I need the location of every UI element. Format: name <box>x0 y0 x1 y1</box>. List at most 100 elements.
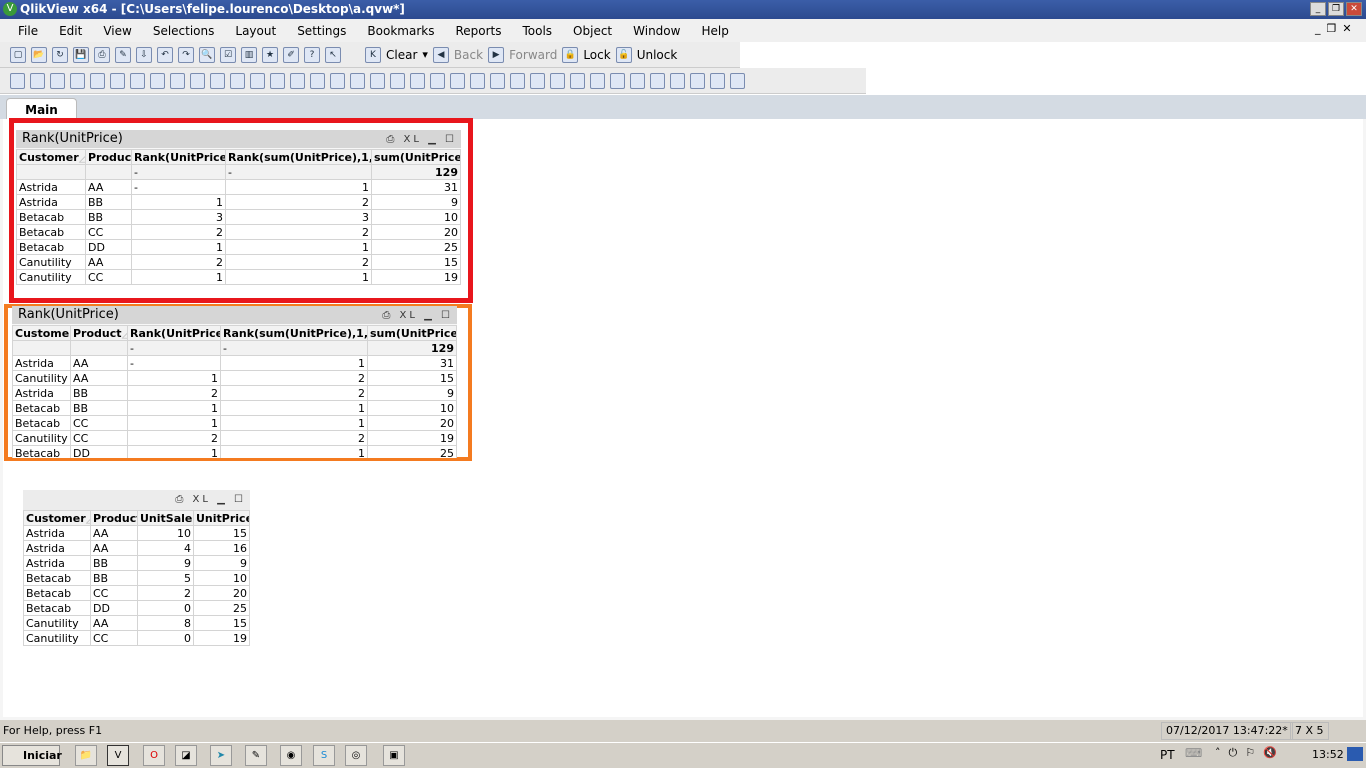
table-cell[interactable]: - <box>131 179 226 195</box>
menu-view[interactable]: View <box>103 24 131 38</box>
clear-icon[interactable]: K <box>365 46 381 63</box>
totals-row[interactable]: - -129 <box>16 164 461 180</box>
table-box-icon[interactable] <box>130 72 145 89</box>
table-cell[interactable]: 1 <box>225 179 372 195</box>
column-header[interactable]: Product <box>90 510 138 526</box>
maximize-icon[interactable]: ☐ <box>441 310 453 321</box>
table-cell[interactable]: 19 <box>193 630 250 646</box>
column-header[interactable]: sum(UnitPrice) <box>371 149 461 165</box>
minimize-icon[interactable]: ▁ <box>217 494 228 505</box>
minimize-button[interactable]: _ <box>1310 2 1326 16</box>
expressions-icon[interactable] <box>690 72 705 89</box>
table-cell[interactable]: 20 <box>367 415 457 431</box>
text-object-icon[interactable] <box>250 72 265 89</box>
input-box-icon[interactable] <box>190 72 205 89</box>
language-indicator[interactable]: PT <box>1160 748 1175 762</box>
sheet-properties-icon[interactable] <box>70 72 85 89</box>
new-sheet-icon[interactable] <box>10 72 25 89</box>
table-cell[interactable]: Astrida <box>16 194 86 210</box>
edit-icon[interactable]: ✐ <box>283 46 299 63</box>
table-cell[interactable]: 1 <box>127 400 221 416</box>
maximize-icon[interactable]: ☐ <box>234 494 246 505</box>
maximize-icon[interactable]: ☐ <box>445 134 457 145</box>
search-object-icon[interactable] <box>330 72 345 89</box>
table-cell[interactable]: Astrida <box>12 355 71 371</box>
table-cell[interactable]: 3 <box>131 209 226 225</box>
align-center-h-icon[interactable] <box>470 72 485 89</box>
table-row[interactable]: Canutility CC 2 2 19 <box>12 430 457 446</box>
table-cell[interactable]: 31 <box>371 179 461 195</box>
table-cell[interactable]: 1 <box>127 445 221 458</box>
table-cell[interactable]: 25 <box>367 445 457 458</box>
table-cell[interactable]: Betacab <box>16 209 86 225</box>
table-cell[interactable]: 129 <box>371 164 461 180</box>
table-cell[interactable]: 15 <box>367 370 457 386</box>
table-cell[interactable]: Betacab <box>23 570 91 586</box>
new-icon[interactable]: ▢ <box>10 46 26 63</box>
table-cell[interactable]: DD <box>85 239 132 255</box>
table-cell[interactable]: - <box>127 340 221 356</box>
table-row[interactable]: Astrida BB 1 2 9 <box>16 194 461 210</box>
table-cell[interactable] <box>70 340 128 356</box>
table-cell[interactable]: BB <box>90 555 138 571</box>
table-cell[interactable]: 1 <box>127 415 221 431</box>
table-cell[interactable]: BB <box>90 570 138 586</box>
table-cell[interactable]: 2 <box>225 254 372 270</box>
table-row[interactable]: Betacab DD 1 1 25 <box>12 445 457 458</box>
table-cell[interactable]: CC <box>85 224 132 240</box>
table-cell[interactable]: CC <box>85 269 132 285</box>
table-row[interactable]: Astrida AA 4 16 <box>23 540 250 556</box>
redo-icon[interactable]: ↷ <box>178 46 194 63</box>
menu-edit[interactable]: Edit <box>59 24 82 38</box>
table-row[interactable]: Betacab DD 1 1 25 <box>16 239 461 255</box>
show-desktop-icon[interactable] <box>1347 747 1363 761</box>
forward-icon[interactable]: ▶ <box>488 46 505 63</box>
grid-icon[interactable] <box>730 72 745 89</box>
column-header[interactable]: Rank(sum(UnitPrice),1,2) <box>225 149 372 165</box>
table-row[interactable]: Canutility AA 1 2 15 <box>12 370 457 386</box>
chart-wizard-icon[interactable] <box>390 72 405 89</box>
column-header[interactable]: UnitSales <box>137 510 194 526</box>
close-button[interactable]: ✕ <box>1346 2 1362 16</box>
qlikview-taskbar-icon[interactable]: V <box>107 745 129 766</box>
table-cell[interactable]: 15 <box>371 254 461 270</box>
table-cell[interactable] <box>12 340 71 356</box>
line-arrow-icon[interactable] <box>270 72 285 89</box>
table-cell[interactable]: AA <box>90 525 138 541</box>
table-row[interactable]: Betacab BB 1 1 10 <box>12 400 457 416</box>
send-to-excel-icon[interactable]: XL <box>404 134 422 145</box>
table-cell[interactable]: 1 <box>220 415 368 431</box>
column-header[interactable]: Rank(UnitPrice) <box>131 149 226 165</box>
slider-icon[interactable] <box>290 72 305 89</box>
straight-table-customer-sorted[interactable]: Rank(UnitPrice)⎙ XL ▁ ☐Customer◿ProductR… <box>16 130 461 285</box>
back-icon[interactable]: ◀ <box>432 46 449 63</box>
button-icon[interactable] <box>230 72 245 89</box>
open-icon[interactable]: 📂 <box>31 46 47 63</box>
table-cell[interactable]: 25 <box>371 239 461 255</box>
unlock-icon[interactable]: 🔓 <box>615 46 632 63</box>
app-taskbar-icon[interactable]: ◪ <box>175 745 197 766</box>
table-cell[interactable]: Betacab <box>16 239 86 255</box>
table-cell[interactable]: 0 <box>137 630 194 646</box>
table-cell[interactable]: 9 <box>371 194 461 210</box>
table-cell[interactable]: 2 <box>137 585 194 601</box>
custom-object-icon[interactable] <box>370 72 385 89</box>
align-center-v-icon[interactable] <box>530 72 545 89</box>
table-cell[interactable]: 10 <box>367 400 457 416</box>
table-row[interactable]: Betacab CC 1 1 20 <box>12 415 457 431</box>
table-cell[interactable]: 2 <box>220 370 368 386</box>
table-cell[interactable]: BB <box>85 194 132 210</box>
adjust-left-icon[interactable] <box>610 72 625 89</box>
table-row[interactable]: Betacab CC 2 2 20 <box>16 224 461 240</box>
table-cell[interactable]: 0 <box>137 600 194 616</box>
menu-bookmarks[interactable]: Bookmarks <box>367 24 434 38</box>
table-cell[interactable]: 5 <box>137 570 194 586</box>
opera-taskbar-icon[interactable]: O <box>143 745 165 766</box>
lock-icon[interactable]: 🔒 <box>562 46 579 63</box>
unlock-button[interactable]: Unlock <box>637 48 678 62</box>
format-painter-icon[interactable] <box>410 72 425 89</box>
table-cell[interactable]: Astrida <box>12 385 71 401</box>
print-icon[interactable]: ⎙ <box>94 46 110 63</box>
align-icon[interactable] <box>430 72 445 89</box>
multibox-icon[interactable] <box>150 72 165 89</box>
